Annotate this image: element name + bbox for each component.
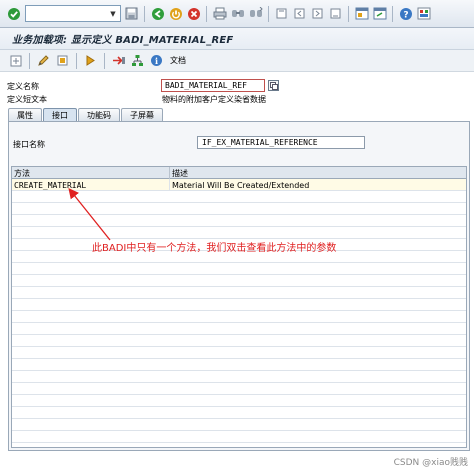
tab-attributes[interactable]: 属性 [8,108,42,121]
title-bar: 业务加载项: 显示定义 BADI_MATERIAL_REF [0,28,474,50]
documentation-button[interactable]: 文档 [170,55,186,66]
definition-name-label: 定义名称 [7,82,39,91]
system-toolbar: ▼ ? [0,0,474,28]
tab-interface[interactable]: 接口 [43,108,77,121]
toolbar-separator [348,5,349,22]
toolbar-separator [29,52,30,69]
methods-table: 方法 描述 CREATE_MATERIAL Material Will Be C… [11,166,467,448]
column-header-method[interactable]: 方法 [12,167,170,179]
display-change-icon[interactable] [36,53,51,68]
other-object-icon[interactable] [8,53,23,68]
activate-icon[interactable] [55,53,70,68]
page-title: 业务加载项: 显示定义 BADI_MATERIAL_REF [12,35,234,46]
shortcut-icon[interactable] [372,6,387,21]
definition-name-value: BADI_MATERIAL_REF [165,81,247,90]
help-icon[interactable]: ? [398,6,413,21]
table-row [12,347,466,359]
exit-icon[interactable] [168,6,183,21]
table-row [12,419,466,431]
tab-subscreens[interactable]: 子屏幕 [121,108,163,121]
svg-text:?: ? [403,10,408,20]
prev-page-icon[interactable] [292,6,307,21]
table-row [12,311,466,323]
table-row [12,203,466,215]
toolbar-separator [268,5,269,22]
method-name-cell[interactable]: CREATE_MATERIAL [12,179,170,191]
save-icon[interactable] [124,6,139,21]
header-fields: 定义名称 BADI_MATERIAL_REF 定义短文本 物料的附加客户定义染省… [0,72,474,106]
method-description-cell: Material Will Be Created/Extended [172,180,310,190]
new-session-icon[interactable] [354,6,369,21]
info-icon[interactable]: i [149,53,164,68]
table-row [12,299,466,311]
application-toolbar: i 文档 [0,50,474,72]
table-row [12,215,466,227]
interface-name-value: IF_EX_MATERIAL_REFERENCE [202,138,318,147]
table-row [12,275,466,287]
table-row [12,323,466,335]
table-row [12,371,466,383]
tab-function-codes[interactable]: 功能码 [78,108,120,121]
column-header-description[interactable]: 描述 [170,167,466,179]
hierarchy-icon[interactable] [130,53,145,68]
cancel-icon[interactable] [186,6,201,21]
toolbar-separator [392,5,393,22]
first-page-icon[interactable] [274,6,289,21]
watermark: CSDN @xiao贱贱 [393,458,468,468]
toolbar-separator [104,52,105,69]
short-text-label: 定义短文本 [7,95,47,104]
toolbar-separator [76,52,77,69]
command-field[interactable]: ▼ [25,5,121,22]
command-input[interactable] [28,7,108,20]
chevron-down-icon[interactable]: ▼ [108,7,118,20]
table-row [12,227,466,239]
next-page-icon[interactable] [310,6,325,21]
where-used-icon[interactable] [83,53,98,68]
toolbar-separator [144,5,145,22]
table-row [12,359,466,371]
interface-name-field[interactable]: IF_EX_MATERIAL_REFERENCE [197,136,365,149]
navigate-icon[interactable] [111,53,126,68]
svg-text:i: i [155,56,158,66]
copy-icon[interactable] [268,80,279,91]
short-text-value: 物料的附加客户定义染省数据 [162,95,266,104]
interface-tab-panel: 接口名称 IF_EX_MATERIAL_REFERENCE 方法 描述 CREA… [8,121,470,451]
find-next-icon[interactable] [248,6,263,21]
table-row [12,335,466,347]
interface-name-label: 接口名称 [13,140,45,149]
table-row [12,287,466,299]
customize-icon[interactable] [416,6,431,21]
check-icon[interactable] [6,6,22,22]
table-row [12,431,466,443]
toolbar-separator [206,5,207,22]
back-icon[interactable] [150,6,165,21]
table-row [12,191,466,203]
table-row [12,407,466,419]
print-icon[interactable] [212,6,227,21]
table-row [12,383,466,395]
table-header: 方法 描述 [12,167,466,179]
tab-strip: 属性 接口 功能码 子屏幕 [8,108,163,121]
annotation-text: 此BADI中只有一个方法，我们双击查看此方法中的参数 [92,243,337,254]
find-icon[interactable] [230,6,245,21]
table-row [12,263,466,275]
last-page-icon[interactable] [328,6,343,21]
table-row [12,395,466,407]
table-row[interactable]: CREATE_MATERIAL Material Will Be Created… [12,179,466,191]
definition-name-field[interactable]: BADI_MATERIAL_REF [161,79,265,92]
